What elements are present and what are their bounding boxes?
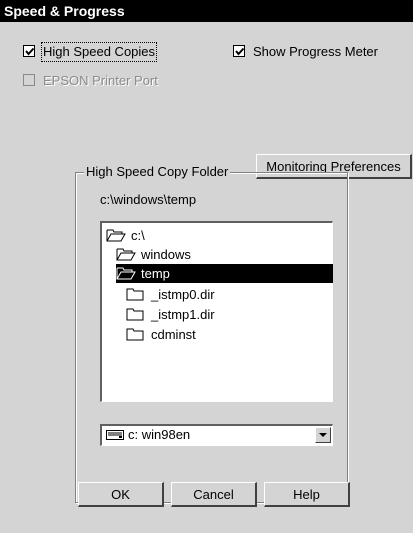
tree-item-label: windows (141, 247, 191, 262)
high-speed-copies-label: High Speed Copies (40, 42, 158, 62)
drive-value: c: win98en (128, 427, 191, 442)
dialog-title: Speed & Progress (0, 0, 413, 22)
chevron-down-icon[interactable] (315, 427, 331, 443)
drive-icon (106, 429, 124, 444)
epson-printer-port-label: EPSON Printer Port (43, 73, 158, 88)
folder-icon (126, 327, 146, 346)
folder-tree-list[interactable]: c:\ windows temp _istmp0.dir _istmp1.dir… (100, 221, 333, 402)
current-folder-path: c:\windows\temp (100, 192, 197, 207)
folder-icon (126, 307, 146, 326)
high-speed-copies-checkbox[interactable]: High Speed Copies (23, 42, 173, 62)
cancel-button[interactable]: Cancel (171, 482, 257, 507)
help-button[interactable]: Help (264, 482, 350, 507)
epson-printer-port-checkbox[interactable]: EPSON Printer Port (23, 73, 183, 89)
group-title: High Speed Copy Folder (84, 164, 231, 180)
open-folder-icon (106, 228, 126, 247)
tree-item-label: _istmp1.dir (151, 307, 215, 322)
drive-select[interactable]: c: win98en (100, 424, 333, 446)
checkbox-box (23, 74, 35, 86)
ok-button[interactable]: OK (78, 482, 164, 507)
show-progress-meter-checkbox[interactable]: Show Progress Meter (233, 44, 403, 60)
tree-item-label: temp (138, 264, 173, 283)
checkbox-check-icon (233, 45, 245, 57)
tree-item-temp[interactable]: temp (116, 264, 333, 283)
open-folder-icon (116, 266, 136, 285)
tree-item-label: _istmp0.dir (151, 287, 215, 302)
folder-icon (126, 287, 146, 306)
tree-item-label: c:\ (131, 228, 145, 243)
checkbox-check-icon (23, 45, 35, 57)
tree-item-label: cdminst (151, 327, 196, 342)
speed-progress-dialog: Speed & Progress High Speed Copies Show … (0, 0, 413, 533)
show-progress-meter-label: Show Progress Meter (253, 44, 378, 59)
